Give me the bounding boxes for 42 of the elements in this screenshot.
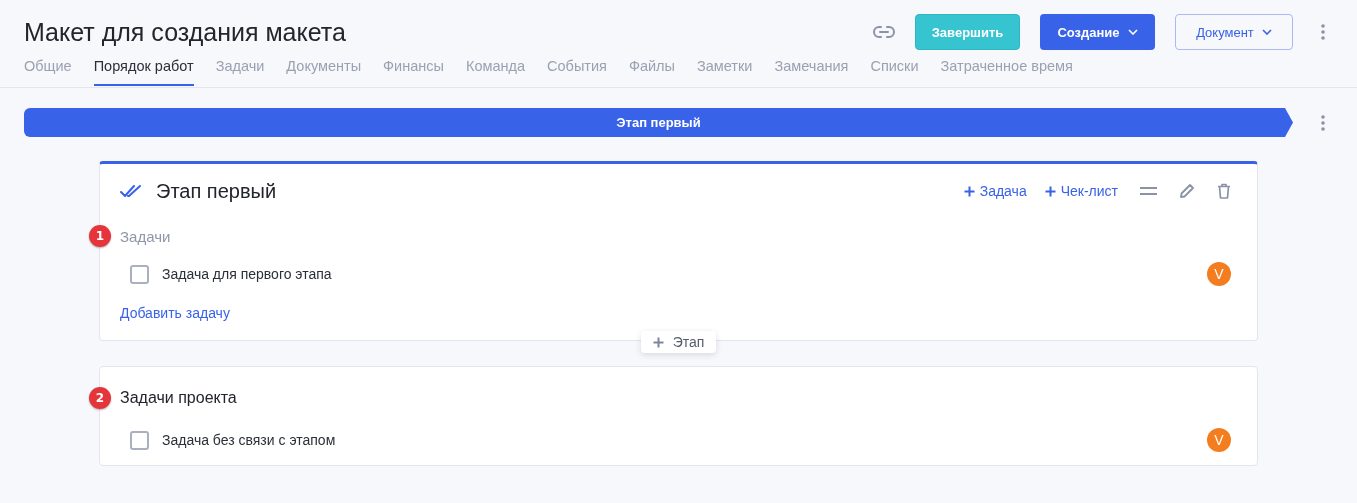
tab[interactable]: Заметки [697, 56, 753, 86]
add-link[interactable]: Задача [963, 183, 1027, 199]
tab[interactable]: Списки [870, 56, 919, 86]
chevron-down-icon [1261, 29, 1272, 35]
plus-icon [1044, 185, 1056, 197]
double-check-icon [120, 184, 144, 198]
checkbox[interactable] [130, 264, 149, 284]
tab[interactable]: Документы [286, 56, 362, 86]
number-badge: 1 [89, 225, 111, 247]
number-badge: 2 [89, 387, 111, 409]
add-stage-button[interactable]: Этап [640, 331, 717, 353]
dropdown-button[interactable]: Создание [1040, 14, 1155, 50]
section-title: Задачи проекта [120, 389, 237, 407]
tab[interactable]: Порядок работ [93, 56, 194, 86]
tab[interactable]: События [547, 56, 607, 86]
plus-icon [963, 185, 975, 197]
tab[interactable]: Команда [465, 56, 526, 86]
avatar[interactable]: V [1207, 262, 1231, 286]
link-icon[interactable] [873, 25, 895, 39]
edit-icon[interactable] [1179, 183, 1195, 199]
add-link[interactable]: Чек-лист [1044, 183, 1118, 199]
delete-icon[interactable] [1217, 183, 1231, 199]
checkbox[interactable] [130, 430, 149, 450]
section-label: Задачи [120, 227, 171, 245]
finish-button[interactable]: Завершить [915, 14, 1020, 50]
plus-icon [652, 336, 664, 348]
tab[interactable]: Задачи [215, 56, 265, 86]
avatar[interactable]: V [1207, 428, 1231, 452]
tab[interactable]: Финансы [383, 56, 444, 86]
dropdown-button[interactable]: Документ [1175, 14, 1293, 50]
stage-title: Этап первый [156, 179, 277, 203]
tab[interactable]: Затраченное время [940, 56, 1073, 86]
tab[interactable]: Общие [24, 56, 72, 86]
task-title[interactable]: Задача для первого этапа [162, 266, 1207, 282]
add-task-link[interactable]: Добавить задачу [120, 296, 230, 330]
page-title: Макет для создания макета [24, 17, 347, 47]
task-title[interactable]: Задача без связи с этапом [162, 432, 1207, 448]
stage-bar[interactable]: Этап первый [24, 108, 1293, 137]
tab[interactable]: Файлы [628, 56, 675, 86]
chevron-down-icon [1127, 29, 1138, 35]
drag-handle-icon[interactable] [1140, 187, 1157, 195]
tab[interactable]: Замечания [774, 56, 849, 86]
